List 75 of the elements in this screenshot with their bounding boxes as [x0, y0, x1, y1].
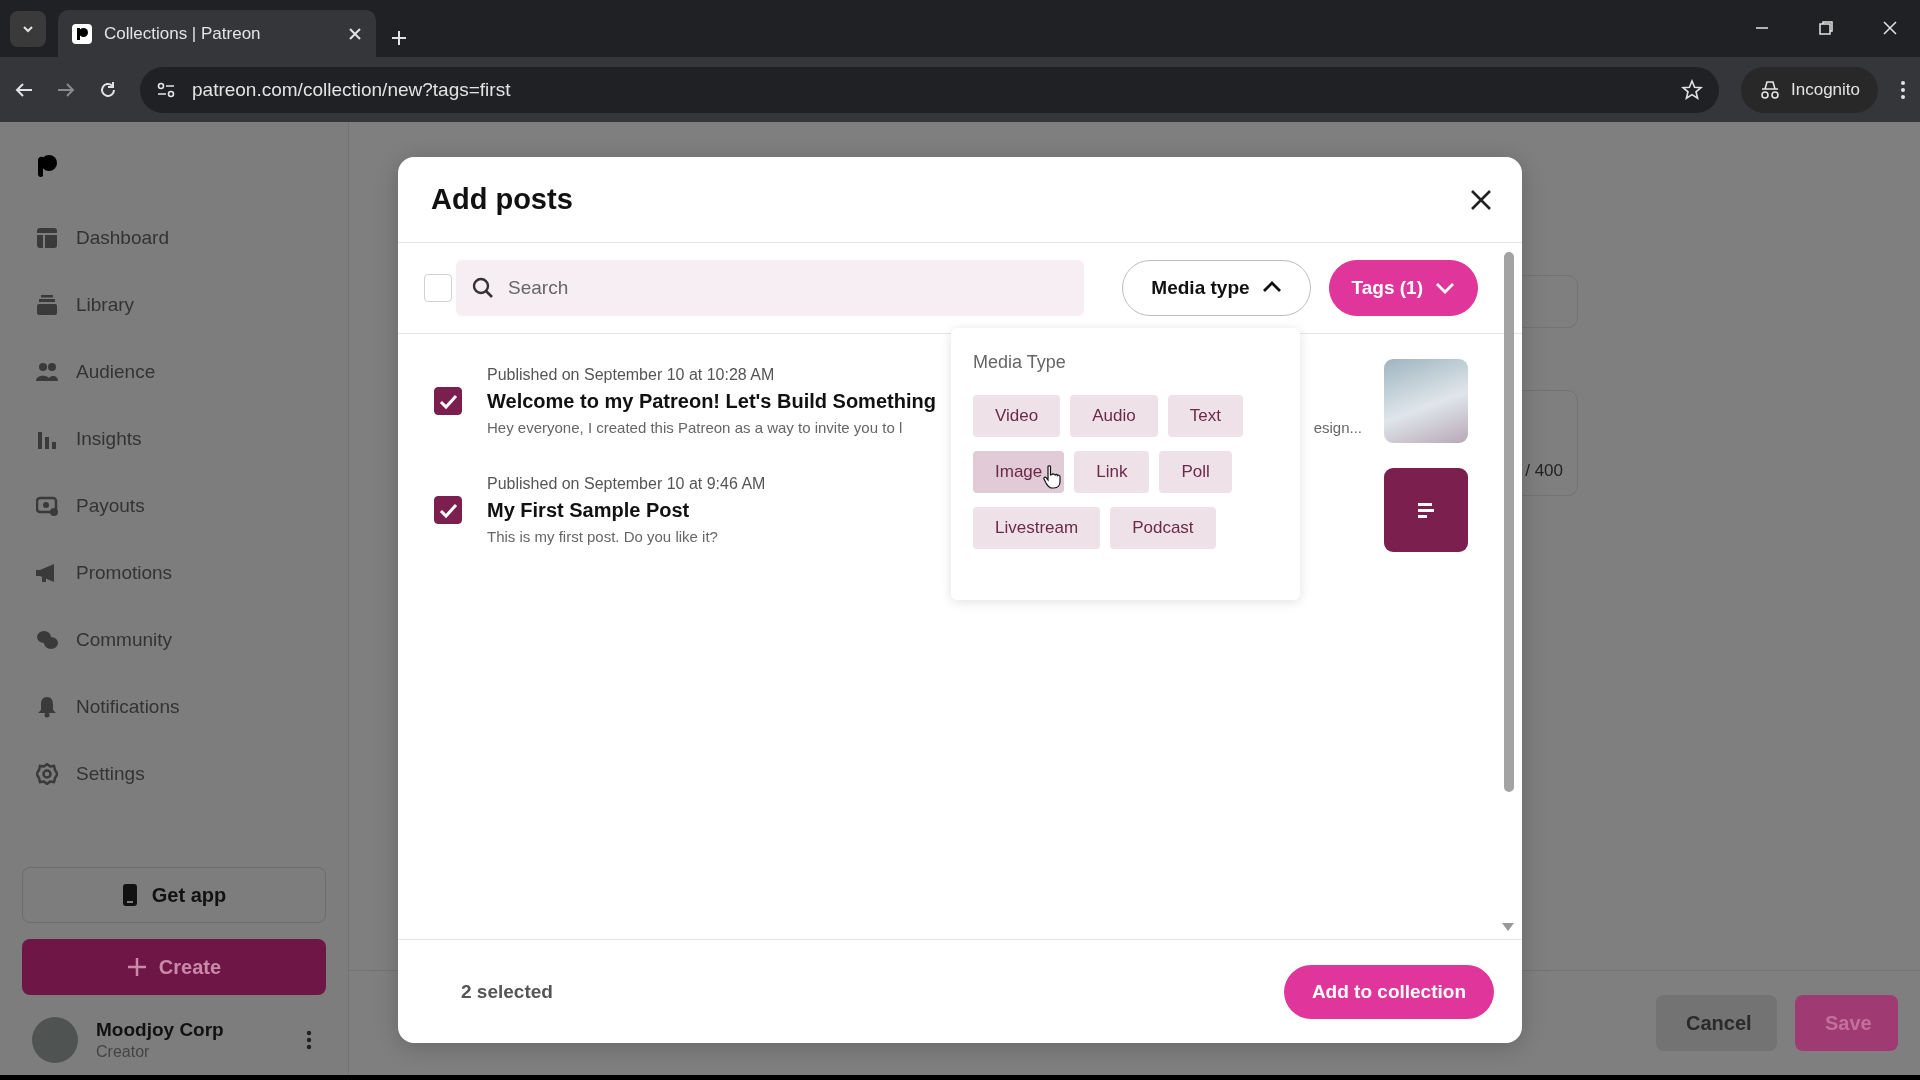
cancel-button[interactable]: Cancel: [1656, 995, 1777, 1051]
tab-title: Collections | Patreon: [104, 23, 262, 44]
nav-item[interactable]: Payouts: [22, 472, 326, 539]
phone-icon: [121, 883, 138, 907]
post-title[interactable]: Welcome to my Patreon! Let's Build Something: [487, 390, 936, 413]
people-icon: [36, 360, 58, 383]
kebab-menu-icon: [306, 1030, 312, 1050]
new-tab-button[interactable]: [390, 29, 408, 47]
logo-icon: [36, 154, 58, 178]
add-to-collection-button[interactable]: Add to collection: [1283, 964, 1494, 1019]
post-title[interactable]: My First Sample Post: [487, 499, 690, 522]
search-icon: [472, 277, 494, 299]
filter-button[interactable]: Media type: [1122, 260, 1311, 316]
plus-icon: [126, 957, 147, 977]
menu-heading: Media Type: [973, 352, 1067, 373]
post-excerpt: This is my first post. Do you like it?: [487, 528, 718, 545]
publish-date: Published on September 10 at 9:46 AM: [487, 475, 766, 493]
incognito-icon: [1759, 79, 1781, 100]
user-role: Creator: [96, 1043, 151, 1061]
checkbox[interactable]: [434, 496, 462, 524]
media-type-option[interactable]: Livestream: [973, 507, 1101, 549]
post-excerpt: Hey everyone, I created this Patreon as a way to invite you to l: [487, 419, 903, 436]
modal-title: Add posts: [431, 183, 574, 216]
reload-button[interactable]: [98, 79, 118, 100]
checkbox[interactable]: [434, 387, 462, 415]
post-excerpt: esign...: [1313, 419, 1362, 436]
close-icon[interactable]: [1882, 19, 1898, 36]
scrollbar[interactable]: [1504, 252, 1514, 792]
character-count: / 400: [1525, 461, 1563, 481]
close-button[interactable]: [1470, 188, 1492, 211]
more-button[interactable]: [306, 1030, 312, 1050]
address-bar[interactable]: patreon.com/collection/new?tags=first: [140, 66, 1719, 113]
stack-icon: [36, 293, 58, 316]
cash-icon: [36, 494, 58, 517]
media-type-option[interactable]: Video: [973, 395, 1061, 437]
nav-item[interactable]: Library: [22, 271, 326, 338]
user-name: Moodjoy Corp: [96, 1019, 225, 1041]
chat-bubbles-icon: [36, 628, 58, 651]
logo-icon: [72, 23, 92, 44]
browser-tab[interactable]: Collections | Patreon: [58, 10, 376, 57]
create-button[interactable]: Create: [22, 939, 326, 995]
close-icon[interactable]: [348, 26, 362, 41]
layout-icon: [36, 226, 58, 249]
nav-item[interactable]: Settings: [22, 740, 326, 807]
search-field[interactable]: Search: [456, 260, 1085, 316]
nav-item[interactable]: Insights: [22, 405, 326, 472]
text-lines-icon: [1418, 502, 1434, 518]
media-type-option[interactable]: Text: [1167, 395, 1243, 437]
nav-item[interactable]: Promotions: [22, 539, 326, 606]
gear-icon: [36, 762, 58, 785]
filter-button[interactable]: Tags (1): [1328, 260, 1478, 316]
media-type-option[interactable]: Link: [1074, 451, 1150, 493]
scroll-down-icon[interactable]: [1502, 923, 1514, 931]
media-type-option[interactable]: Image: [973, 451, 1065, 493]
selected-count: 2 selected: [461, 980, 553, 1003]
incognito-button[interactable]: Incognito: [1741, 66, 1878, 113]
media-type-option[interactable]: Poll: [1159, 451, 1232, 493]
publish-date: Published on September 10 at 10:28 AM: [487, 366, 775, 384]
menu-button[interactable]: [1900, 79, 1906, 100]
restore-icon[interactable]: [1818, 19, 1834, 36]
plus-icon: [390, 29, 408, 47]
hand-cursor-icon: [1043, 465, 1061, 489]
close-icon: [1470, 188, 1492, 211]
kebab-menu-icon: [1900, 79, 1906, 100]
nav-item[interactable]: Audience: [22, 338, 326, 405]
nav-item[interactable]: Dashboard: [22, 204, 326, 271]
reload-icon: [98, 79, 118, 100]
media-type-option[interactable]: Podcast: [1110, 507, 1216, 549]
get-app-button[interactable]: Get app: [22, 867, 326, 923]
star-icon[interactable]: [1681, 78, 1703, 101]
media-type-option[interactable]: Audio: [1070, 395, 1158, 437]
nav-item[interactable]: Notifications: [22, 673, 326, 740]
url-text: patreon.com/collection/new?tags=first: [192, 78, 512, 101]
nav-item[interactable]: Community: [22, 606, 326, 673]
bell-icon: [36, 695, 58, 718]
